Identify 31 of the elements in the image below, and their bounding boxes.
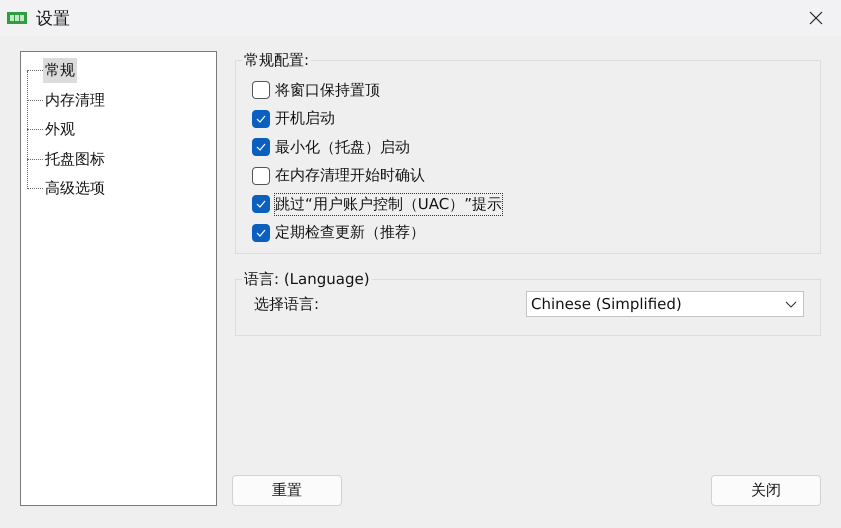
sidebar-item[interactable]: 内存清理	[43, 88, 107, 113]
close-icon[interactable]	[809, 11, 823, 25]
check-icon	[256, 228, 266, 237]
checkbox[interactable]	[252, 138, 270, 156]
checkbox[interactable]	[252, 224, 270, 242]
check-icon	[256, 200, 266, 208]
sidebar-item[interactable]: 外观	[43, 117, 77, 142]
sidebar-item[interactable]: 常规	[43, 58, 77, 84]
app-icon	[7, 12, 27, 24]
language-dropdown[interactable]: Chinese (Simplified)	[526, 291, 804, 317]
chevron-down-icon	[785, 300, 797, 308]
sidebar-item[interactable]: 托盘图标	[43, 146, 107, 172]
checkbox-label[interactable]: 跳过“用户账户控制（UAC）”提示	[274, 192, 503, 216]
checkbox-label[interactable]: 最小化（托盘）启动	[274, 136, 411, 159]
checkbox[interactable]	[252, 110, 270, 128]
group-title: 语言: (Language)	[243, 270, 371, 289]
checkbox[interactable]	[252, 166, 270, 185]
checkbox-label[interactable]: 定期检查更新（推荐）	[274, 221, 426, 244]
language-label: 选择语言:	[254, 294, 320, 314]
checkbox-label[interactable]: 开机启动	[274, 107, 336, 130]
checkbox-label[interactable]: 将窗口保持置顶	[274, 78, 381, 102]
dialog-button[interactable]: 重置	[232, 475, 342, 506]
dialog-button[interactable]: 关闭	[711, 475, 821, 506]
checkbox[interactable]	[252, 81, 270, 100]
window-title: 设置	[36, 8, 70, 30]
checkbox[interactable]	[252, 195, 270, 214]
check-icon	[256, 114, 266, 123]
check-icon	[256, 143, 266, 152]
group-title: 常规配置:	[243, 51, 310, 70]
sidebar-item[interactable]: 高级选项	[43, 176, 107, 202]
checkbox-label[interactable]: 在内存清理开始时确认	[274, 164, 426, 188]
